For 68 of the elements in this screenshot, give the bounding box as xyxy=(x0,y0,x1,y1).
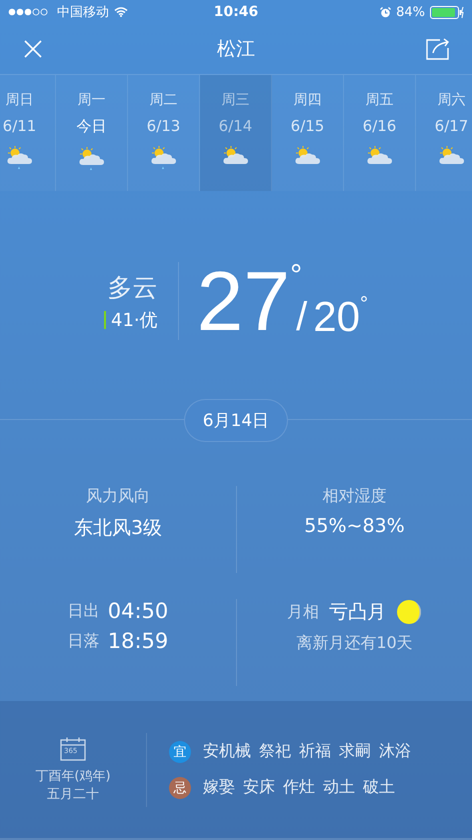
sunrise-label: 日出 xyxy=(68,600,100,622)
alarm-icon xyxy=(380,6,392,18)
almanac-item: 求嗣 xyxy=(339,741,371,762)
weekday-label: 周日 xyxy=(6,91,34,109)
almanac-item: 嫁娶 xyxy=(203,777,235,798)
sun-cloud-rain-icon xyxy=(6,145,34,171)
humidity-value: 55%~83% xyxy=(304,515,405,537)
battery-icon xyxy=(430,6,464,18)
day-date: 6/15 xyxy=(290,117,324,135)
day-date: 6/11 xyxy=(2,117,36,135)
sunset-label: 日落 xyxy=(68,630,100,652)
close-icon[interactable] xyxy=(24,40,42,58)
low-temperature: 20 xyxy=(313,293,360,341)
high-temperature: 27 xyxy=(196,259,290,343)
moon-icon xyxy=(396,599,422,625)
day-tab[interactable]: 周六 6/17 xyxy=(416,75,472,191)
share-icon[interactable] xyxy=(426,38,450,60)
day-tab[interactable]: 周一 今日 xyxy=(56,75,128,191)
day-tab[interactable]: 周五 6/16 xyxy=(344,75,416,191)
carrier-name: 中国移动 xyxy=(57,4,109,21)
lunar-date: 五月二十 xyxy=(47,786,99,802)
sunset-time: 18:59 xyxy=(108,629,168,653)
moon-label: 月相 xyxy=(287,602,319,622)
day-date: 6/16 xyxy=(362,117,396,135)
wind-value: 东北风3级 xyxy=(74,516,162,541)
almanac-item: 动土 xyxy=(323,777,355,798)
almanac-badge: 宜 xyxy=(169,740,191,762)
wifi-icon xyxy=(114,7,128,17)
moon-phase: 亏凸月 xyxy=(329,600,386,625)
humidity-label: 相对湿度 xyxy=(322,486,386,507)
day-tab[interactable]: 周四 6/15 xyxy=(272,75,344,191)
weekday-label: 周四 xyxy=(294,91,322,109)
almanac-item: 祭祀 xyxy=(259,741,291,762)
battery-percent: 84% xyxy=(396,4,425,20)
degree-sign: ° xyxy=(290,261,302,291)
aqi-text: 41·优 xyxy=(111,308,158,332)
day-tab[interactable]: 周日 6/11 xyxy=(0,75,56,191)
weekday-label: 周五 xyxy=(366,91,394,109)
lunar-year: 丁酉年(鸡年) xyxy=(35,768,111,784)
almanac-item: 安床 xyxy=(243,777,275,798)
sun-cloud-rain-icon xyxy=(150,145,178,171)
degree-sign: ° xyxy=(360,293,368,316)
calendar-icon xyxy=(60,736,86,760)
day-date: 今日 xyxy=(76,117,106,136)
almanac-item: 安机械 xyxy=(203,741,251,762)
wind-label: 风力风向 xyxy=(86,486,150,507)
day-date: 6/17 xyxy=(434,117,468,135)
day-date: 6/14 xyxy=(218,117,252,135)
weekday-label: 周六 xyxy=(438,91,466,109)
almanac-item: 作灶 xyxy=(283,777,315,798)
almanac-item: 沐浴 xyxy=(379,741,411,762)
day-tab[interactable]: 周三 6/14 xyxy=(200,75,272,191)
sun-cloud-rain-icon xyxy=(78,146,106,172)
city-title: 松江 xyxy=(217,37,255,62)
sunrise-time: 04:50 xyxy=(108,599,168,623)
weekday-label: 周三 xyxy=(222,91,250,109)
weekday-label: 周二 xyxy=(150,91,178,109)
day-tab[interactable]: 周二 6/13 xyxy=(128,75,200,191)
condition-text: 多云 xyxy=(108,272,158,304)
date-pill: 6月14日 xyxy=(184,399,288,442)
almanac-badge: 忌 xyxy=(169,776,191,798)
day-date: 6/13 xyxy=(146,117,180,135)
almanac-item: 破土 xyxy=(363,777,395,798)
new-moon-note: 离新月还有10天 xyxy=(296,633,413,654)
clock-time: 10:46 xyxy=(214,4,258,20)
weekday-label: 周一 xyxy=(78,91,106,109)
slash-separator: / xyxy=(296,295,308,340)
almanac-item: 祈福 xyxy=(299,741,331,762)
